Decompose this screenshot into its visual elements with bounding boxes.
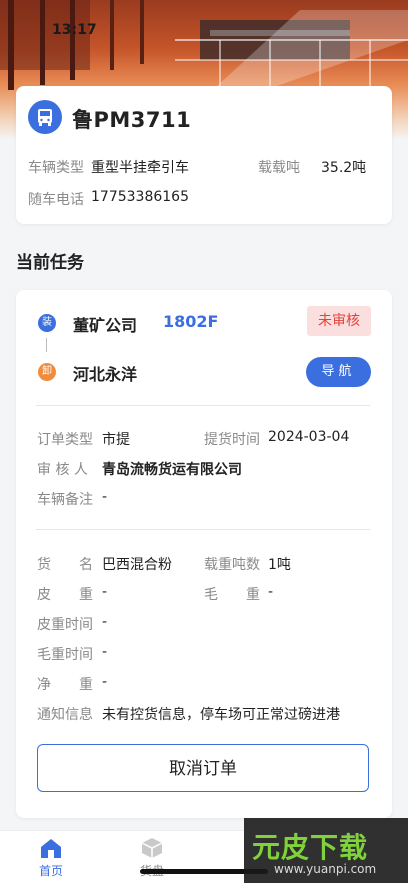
order-type-value: 市提 [102, 432, 130, 448]
gross-time-value: - [102, 644, 108, 660]
vehicle-capacity-label: 载载吨 [258, 160, 300, 176]
net-weight-value: - [102, 674, 108, 690]
divider [36, 405, 370, 406]
reviewer-value: 青岛流畅货运有限公司 [102, 462, 242, 478]
vehicle-phone-label: 随车电话 [28, 192, 84, 208]
status-bar-time: 13:17 [52, 22, 97, 38]
gross-label: 毛 重 [204, 587, 260, 603]
load-weight-label: 载重吨数 [204, 557, 260, 573]
load-point-icon: 装 [38, 314, 56, 332]
notice-label: 通知信息 [37, 707, 93, 723]
bus-icon [28, 100, 62, 134]
tab-home[interactable]: 首页 [21, 831, 81, 884]
vehicle-plate: 鲁PM3711 [72, 108, 192, 132]
unload-point-icon: 卸 [38, 363, 56, 381]
home-icon [41, 839, 61, 858]
vehicle-note-value: - [102, 489, 108, 505]
route-connector-line [46, 338, 47, 352]
tare-time-label: 皮重时间 [37, 617, 93, 633]
notice-value: 未有控货信息，停车场可正常过磅进港 [102, 707, 340, 723]
vehicle-note-label: 车辆备注 [37, 492, 93, 508]
vehicle-type-value: 重型半挂牵引车 [91, 160, 189, 176]
net-weight-label: 净 重 [37, 677, 93, 693]
tare-value: - [102, 584, 108, 600]
gross-time-label: 毛重时间 [37, 647, 93, 663]
vehicle-capacity-value: 35.2吨 [321, 160, 367, 176]
vehicle-type-label: 车辆类型 [28, 160, 84, 176]
tare-time-value: - [102, 614, 108, 630]
order-type-label: 订单类型 [37, 432, 93, 448]
tare-label: 皮 重 [37, 587, 93, 603]
cancel-order-button[interactable]: 取消订单 [37, 744, 369, 792]
pickup-time-label: 提货时间 [204, 432, 260, 448]
reviewer-label: 审 核 人 [37, 462, 88, 478]
vehicle-info-card: 鲁PM3711 车辆类型 重型半挂牵引车 载载吨 35.2吨 随车电话 1775… [16, 86, 392, 224]
vehicle-phone-value[interactable]: 17753386165 [91, 189, 189, 205]
navigate-button[interactable]: 导航 [306, 357, 371, 387]
load-weight-value: 1吨 [268, 557, 291, 573]
box-icon [141, 838, 163, 858]
order-number: 1802F [163, 312, 219, 331]
gross-value: - [268, 584, 274, 600]
current-task-title: 当前任务 [16, 253, 84, 273]
tab-goods[interactable]: 货盘 [122, 831, 182, 884]
goods-label: 货 名 [37, 557, 93, 573]
tab-home-label: 首页 [38, 864, 63, 878]
unload-company: 河北永洋 [73, 365, 138, 384]
goods-value: 巴西混合粉 [102, 557, 172, 573]
watermark-overlay: 元皮下载 www.yuanpi.com [244, 818, 408, 883]
watermark-brand: 元皮下载 [252, 831, 369, 864]
watermark-url: www.yuanpi.com [274, 862, 377, 876]
pickup-time-value: 2024-03-04 [268, 429, 350, 445]
status-badge: 未审核 [307, 306, 371, 336]
load-company: 董矿公司 [73, 316, 138, 335]
divider [36, 529, 370, 530]
